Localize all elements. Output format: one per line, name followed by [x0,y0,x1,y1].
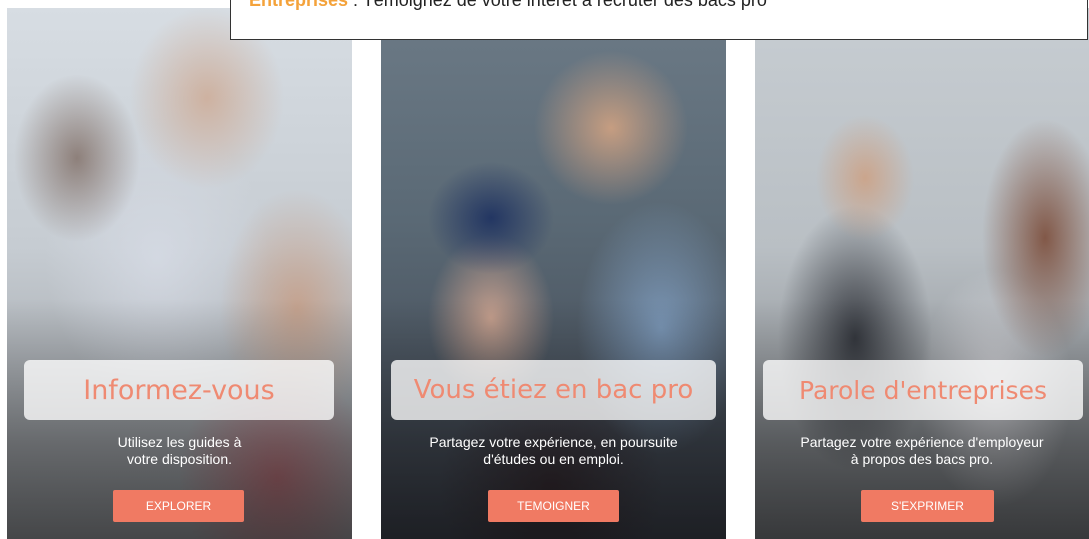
notice-message: : Témoignez de votre intérêt à recruter … [348,0,767,10]
card-parole-d-entreprises: Parole d'entreprises Partagez votre expé… [755,8,1089,539]
card-vous-etiez-en-bac-pro: Vous étiez en bac pro Partagez votre exp… [381,8,726,539]
page: Entreprises : Témoignez de votre intérêt… [0,0,1089,539]
card-description: Utilisez les guides à votre disposition. [17,434,342,468]
card-description-line: Partagez votre expérience, en poursuite [429,434,678,450]
card-title: Vous étiez en bac pro [391,360,716,420]
card-description: Partagez votre expérience d'employeur à … [765,434,1079,468]
explorer-button[interactable]: EXPLORER [113,490,244,522]
card-description: Partagez votre expérience, en poursuite … [391,434,716,468]
card-description-line: Partagez votre expérience d'employeur [800,434,1044,450]
card-description-line: Utilisez les guides à [117,434,242,450]
card-description-line: votre disposition. [126,451,233,467]
card-description-line: à propos des bacs pro. [850,451,994,467]
card-title: Parole d'entreprises [763,360,1083,420]
notice-text: Entreprises : Témoignez de votre intérêt… [249,0,767,11]
card-informez-vous: Informez-vous Utilisez les guides à votr… [7,8,352,539]
card-description-line: d'études ou en emploi. [483,451,624,467]
temoigner-button[interactable]: TEMOIGNER [488,490,619,522]
s-exprimer-button[interactable]: S'EXPRIMER [861,490,994,522]
notice-highlight: Entreprises [249,0,349,10]
card-title: Informez-vous [24,360,334,420]
recruitment-notice-banner[interactable]: Entreprises : Témoignez de votre intérêt… [230,0,1088,40]
